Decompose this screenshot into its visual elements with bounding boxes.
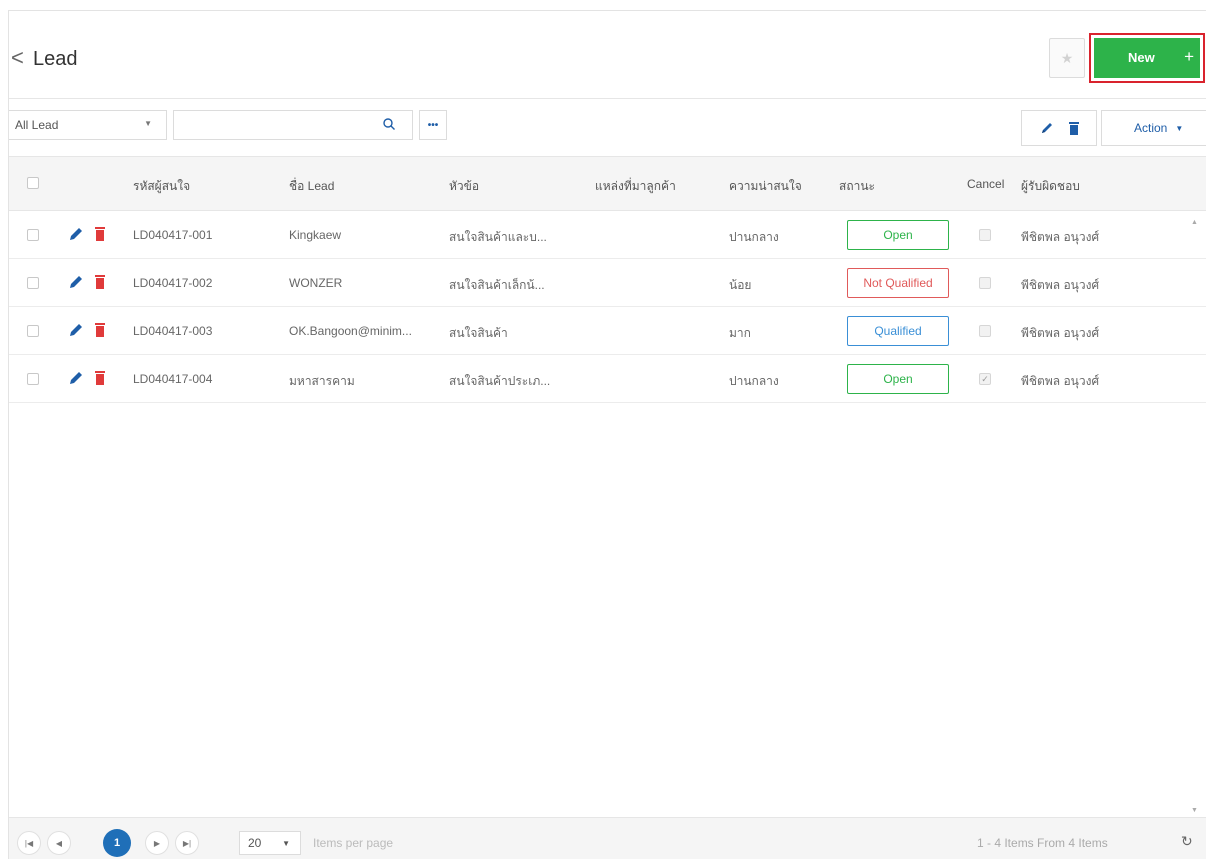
status-badge: Open bbox=[847, 220, 949, 250]
page-size-value: 20 bbox=[248, 836, 262, 850]
column-header-source[interactable]: แหล่งที่มาลูกค้า bbox=[595, 177, 676, 196]
search-box bbox=[173, 110, 413, 140]
column-header-owner[interactable]: ผู้รับผิดชอบ bbox=[1021, 177, 1080, 196]
last-page-icon: ▶| bbox=[182, 838, 192, 848]
trash-icon[interactable] bbox=[1068, 121, 1079, 135]
lead-code[interactable]: LD040417-002 bbox=[133, 276, 212, 290]
lead-owner: พีชิตพล อนุวงศ์ bbox=[1021, 278, 1100, 292]
lead-owner: พีชิตพล อนุวงศ์ bbox=[1021, 230, 1100, 244]
pencil-icon[interactable] bbox=[1040, 121, 1054, 135]
lead-subject: สนใจสินค้าและบ... bbox=[449, 230, 547, 244]
table-row[interactable]: LD040417-003 OK.Bangoon@minim... สนใจสิน… bbox=[9, 307, 1206, 355]
toolbar: All Lead ▼ ••• Action ▼ bbox=[9, 99, 1206, 157]
new-button[interactable]: New + bbox=[1094, 38, 1200, 78]
grid-header: รหัสผู้สนใจ ชื่อ Lead หัวข้อ แหล่งที่มาล… bbox=[9, 157, 1206, 211]
grid-body: LD040417-001 Kingkaew สนใจสินค้าและบ... … bbox=[9, 211, 1206, 403]
table-row[interactable]: LD040417-004 มหาสารคาม สนใจสินค้าประเภ..… bbox=[9, 355, 1206, 403]
column-header-subject[interactable]: หัวข้อ bbox=[449, 177, 479, 196]
more-options-button[interactable]: ••• bbox=[419, 110, 447, 140]
page-title: Lead bbox=[33, 48, 78, 70]
next-page-icon: ▶ bbox=[153, 838, 161, 848]
bulk-edit-group bbox=[1021, 110, 1097, 146]
ellipsis-icon: ••• bbox=[427, 119, 439, 131]
lead-interest: มาก bbox=[729, 326, 751, 340]
refresh-icon[interactable]: ↻ bbox=[1181, 833, 1193, 850]
new-button-label: New bbox=[1128, 50, 1155, 65]
cancel-checkbox bbox=[979, 229, 991, 241]
lead-name: Kingkaew bbox=[289, 228, 342, 242]
row-checkbox[interactable] bbox=[27, 373, 39, 385]
current-page-button[interactable]: 1 bbox=[103, 829, 131, 857]
lead-name: มหาสารคาม bbox=[289, 374, 355, 388]
lead-name: OK.Bangoon@minim... bbox=[289, 324, 412, 338]
search-input[interactable] bbox=[174, 111, 364, 139]
page-size-dropdown[interactable]: 20 ▼ bbox=[239, 831, 301, 855]
row-checkbox[interactable] bbox=[27, 229, 39, 241]
column-header-cancel[interactable]: Cancel bbox=[967, 177, 1004, 191]
column-header-name[interactable]: ชื่อ Lead bbox=[289, 177, 334, 196]
status-badge: Not Qualified bbox=[847, 268, 949, 298]
search-icon[interactable] bbox=[382, 117, 396, 131]
lead-interest: ปานกลาง bbox=[729, 230, 779, 244]
caret-down-icon: ▼ bbox=[144, 119, 152, 128]
column-header-interest[interactable]: ความน่าสนใจ bbox=[729, 177, 802, 196]
lead-code[interactable]: LD040417-001 bbox=[133, 228, 212, 242]
cancel-checkbox-checked: ✓ bbox=[979, 373, 991, 385]
last-page-button[interactable]: ▶| bbox=[175, 831, 199, 855]
first-page-button[interactable]: |◀ bbox=[17, 831, 41, 855]
lead-subject: สนใจสินค้า bbox=[449, 326, 508, 340]
pencil-icon[interactable] bbox=[69, 322, 83, 338]
lead-code[interactable]: LD040417-003 bbox=[133, 324, 212, 338]
next-page-button[interactable]: ▶ bbox=[145, 831, 169, 855]
row-checkbox[interactable] bbox=[27, 277, 39, 289]
cancel-checkbox bbox=[979, 277, 991, 289]
lead-name: WONZER bbox=[289, 276, 343, 290]
pager-info: 1 - 4 Items From 4 Items bbox=[977, 836, 1108, 850]
page-size-label: Items per page bbox=[313, 836, 394, 850]
trash-icon[interactable] bbox=[95, 371, 105, 385]
status-badge: Qualified bbox=[847, 316, 949, 346]
lead-list-page: < Lead ★ New + All Lead ▼ ••• Action ▼ ร… bbox=[8, 10, 1206, 859]
view-filter-dropdown[interactable]: All Lead ▼ bbox=[9, 110, 167, 140]
lead-owner: พีชิตพล อนุวงศ์ bbox=[1021, 374, 1100, 388]
cancel-checkbox bbox=[979, 325, 991, 337]
lead-code[interactable]: LD040417-004 bbox=[133, 372, 212, 386]
column-header-status[interactable]: สถานะ bbox=[839, 177, 875, 196]
lead-interest: ปานกลาง bbox=[729, 374, 779, 388]
prev-page-button[interactable]: ◀ bbox=[47, 831, 71, 855]
table-row[interactable]: LD040417-001 Kingkaew สนใจสินค้าและบ... … bbox=[9, 211, 1206, 259]
first-page-icon: |◀ bbox=[24, 838, 34, 848]
lead-subject: สนใจสินค้าเล็กน้... bbox=[449, 278, 545, 292]
view-filter-value: All Lead bbox=[15, 118, 59, 132]
lead-interest: น้อย bbox=[729, 278, 752, 292]
pagination-bar: |◀ ◀ 1 ▶ ▶| 20 ▼ Items per page 1 - 4 It… bbox=[9, 817, 1206, 859]
table-row[interactable]: LD040417-002 WONZER สนใจสินค้าเล็กน้... … bbox=[9, 259, 1206, 307]
pencil-icon[interactable] bbox=[69, 226, 83, 242]
star-icon: ★ bbox=[1060, 49, 1074, 66]
back-chevron-icon[interactable]: < bbox=[11, 45, 24, 71]
select-all-checkbox[interactable] bbox=[27, 177, 39, 189]
column-header-code[interactable]: รหัสผู้สนใจ bbox=[133, 177, 190, 196]
caret-down-icon: ▼ bbox=[282, 839, 290, 848]
new-button-highlight: New + bbox=[1089, 33, 1205, 83]
favorite-button[interactable]: ★ bbox=[1049, 38, 1085, 78]
pencil-icon[interactable] bbox=[69, 274, 83, 290]
plus-icon: + bbox=[1184, 47, 1194, 66]
action-label: Action bbox=[1134, 121, 1168, 135]
prev-page-icon: ◀ bbox=[55, 838, 63, 848]
scroll-down-arrow-icon[interactable]: ▼ bbox=[1191, 807, 1198, 814]
action-dropdown[interactable]: Action ▼ bbox=[1101, 110, 1206, 146]
lead-owner: พีชิตพล อนุวงศ์ bbox=[1021, 326, 1100, 340]
lead-subject: สนใจสินค้าประเภ... bbox=[449, 374, 551, 388]
caret-down-icon: ▼ bbox=[1175, 123, 1184, 133]
trash-icon[interactable] bbox=[95, 275, 105, 289]
trash-icon[interactable] bbox=[95, 323, 105, 337]
page-header: < Lead ★ New + bbox=[9, 11, 1206, 99]
pencil-icon[interactable] bbox=[69, 370, 83, 386]
trash-icon[interactable] bbox=[95, 227, 105, 241]
scroll-up-arrow-icon[interactable]: ▲ bbox=[1191, 219, 1198, 226]
status-badge: Open bbox=[847, 364, 949, 394]
row-checkbox[interactable] bbox=[27, 325, 39, 337]
